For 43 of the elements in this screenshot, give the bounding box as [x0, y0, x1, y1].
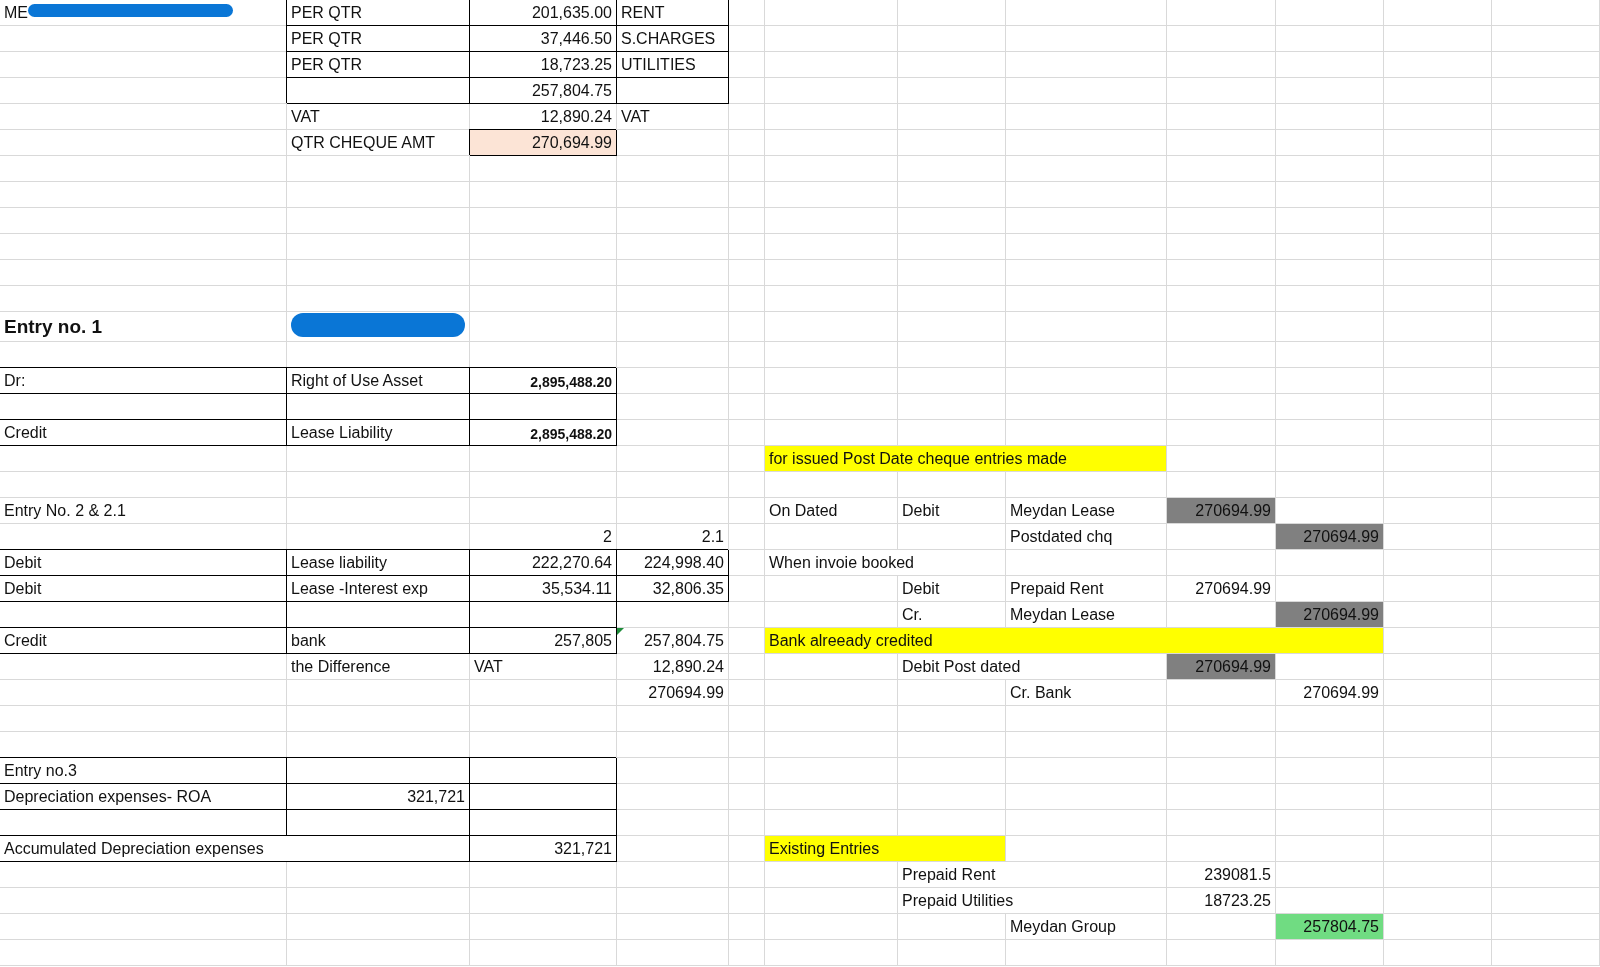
table-cell: Lease Liability: [287, 420, 470, 446]
table-cell: 257,804.75: [470, 78, 617, 104]
table-cell: 224,998.40: [617, 550, 729, 576]
table-cell: 257804.75: [1276, 914, 1384, 940]
table-cell: 270694.99: [1167, 654, 1276, 680]
table-cell: for issued Post Date cheque entries made: [765, 446, 1167, 472]
table-cell: UTILITIES: [617, 52, 729, 78]
table-cell: Depreciation expenses- ROA: [0, 784, 287, 810]
table-cell: PER QTR: [287, 26, 470, 52]
table-cell: 32,806.35: [617, 576, 729, 602]
cell-text: 257,804.75: [643, 632, 724, 650]
table-cell: Accumulated Depreciation expenses: [0, 836, 470, 862]
table-cell: PER QTR: [287, 0, 470, 26]
table-cell: Bank alreeady credited: [765, 628, 1384, 654]
table-cell: 18,723.25: [470, 52, 617, 78]
cell-text: ME: [4, 4, 28, 22]
table-cell: 2,895,488.20: [470, 420, 617, 446]
table-cell: 270694.99: [1276, 524, 1384, 550]
table-cell: 270,694.99: [470, 130, 617, 156]
table-cell: Lease liability: [287, 550, 470, 576]
table-cell: Credit: [0, 420, 287, 446]
table-cell: Entry no.3: [0, 758, 287, 784]
table-cell: Right of Use Asset: [287, 368, 470, 394]
table-cell: PER QTR: [287, 52, 470, 78]
table-cell: Credit: [0, 628, 287, 654]
table-cell: S.CHARGES: [617, 26, 729, 52]
table-cell: RENT: [617, 0, 729, 26]
table-cell: 2,895,488.20: [470, 368, 617, 394]
table-cell: 321,721: [470, 836, 617, 862]
table-cell: 270694.99: [1276, 602, 1384, 628]
table-cell: 35,534.11: [470, 576, 617, 602]
table-cell: 321,721: [287, 784, 470, 810]
table-cell: 270694.99: [1167, 498, 1276, 524]
table-cell: Lease -Interest exp: [287, 576, 470, 602]
table-cell: 37,446.50: [470, 26, 617, 52]
table-cell: Dr:: [0, 368, 287, 394]
table-cell: 201,635.00: [470, 0, 617, 26]
table-cell: Debit: [0, 576, 287, 602]
table-cell: bank: [287, 628, 470, 654]
table-cell: Existing Entries: [765, 836, 1006, 862]
table-cell: 257,805: [470, 628, 617, 654]
table-cell: 222,270.64: [470, 550, 617, 576]
table-cell: Debit: [0, 550, 287, 576]
